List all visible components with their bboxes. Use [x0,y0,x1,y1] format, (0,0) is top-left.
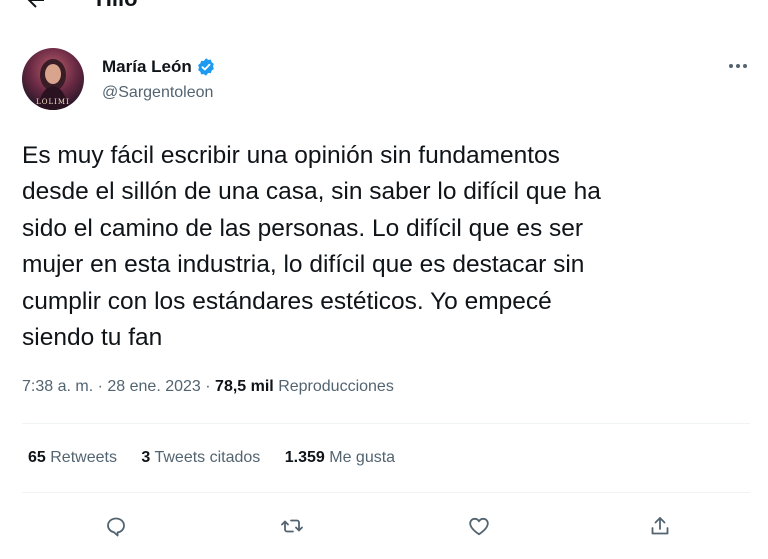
author-name-row: María León [102,57,216,77]
engagement-stats: 65 Retweets 3 Tweets citados 1.359 Me gu… [28,448,415,468]
views-count: 78,5 mil [215,378,274,395]
retweet-icon [281,519,303,533]
divider [22,423,750,424]
retweet-button[interactable] [274,508,310,544]
avatar-caption: LOLIMI [36,98,70,106]
reply-icon [107,517,125,537]
tweet-meta: 7:38 a. m. · 28 ene. 2023 · 78,5 mil Rep… [22,377,394,397]
quotes-label: Tweets citados [154,449,261,466]
tweet-time[interactable]: 7:38 a. m. [22,378,93,395]
header-title: Hilo [96,0,138,12]
meta-separator: · [205,378,211,395]
quotes-count: 3 [141,449,151,466]
views-label: Reproducciones [278,378,394,395]
retweets-count: 65 [28,449,46,466]
author-handle[interactable]: @Sargentoleon [102,83,213,103]
tweet-text: Es muy fácil escribir una opinión sin fu… [22,142,601,352]
share-button[interactable] [642,508,678,544]
author-name[interactable]: María León [102,57,192,77]
retweets-label: Retweets [50,449,117,466]
thread-header: Hilo [0,0,768,20]
likes-label: Me gusta [329,449,396,466]
back-arrow-icon[interactable] [24,0,48,12]
like-icon [469,517,489,536]
meta-separator: · [97,378,103,395]
verified-badge-icon [197,58,214,76]
divider [22,492,750,493]
tweet-date[interactable]: 28 ene. 2023 [107,378,200,395]
quotes-stat[interactable]: 3 Tweets citados [141,448,260,468]
retweets-stat[interactable]: 65 Retweets [28,448,117,468]
share-icon [651,517,669,535]
likes-stat[interactable]: 1.359 Me gusta [285,448,395,468]
avatar-portrait: LOLIMI [36,59,70,110]
like-button[interactable] [461,508,497,544]
likes-count: 1.359 [284,449,325,466]
reply-button[interactable] [98,508,134,544]
more-options-icon[interactable] [726,56,750,76]
author-avatar[interactable]: LOLIMI [22,48,84,110]
